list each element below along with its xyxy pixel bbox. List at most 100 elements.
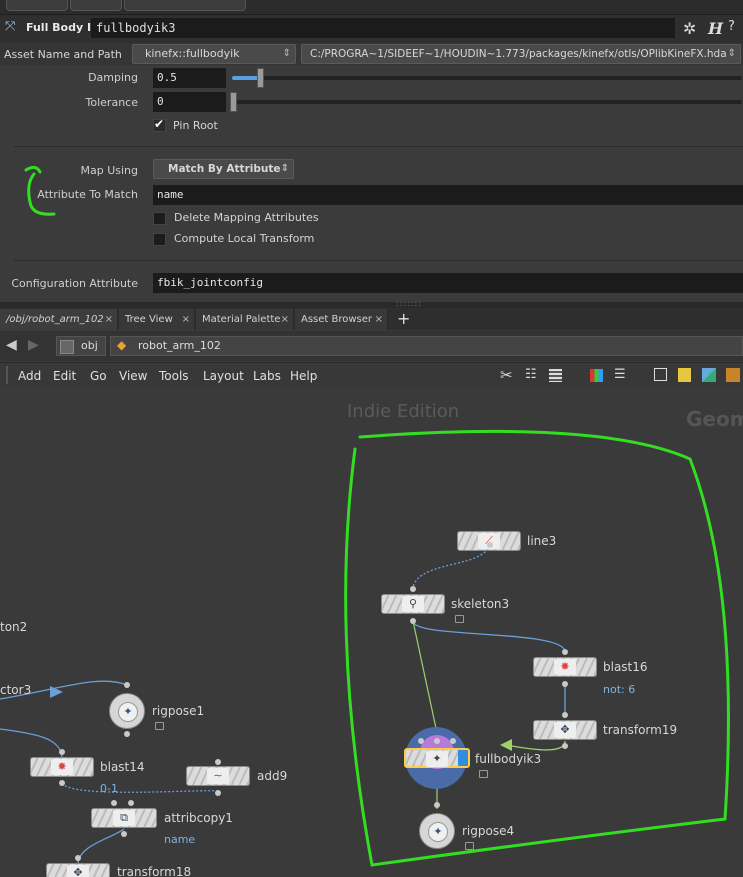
tolerance-slider[interactable] (232, 100, 742, 104)
rigpose-icon: ✦ (428, 822, 448, 842)
input-port[interactable] (128, 800, 134, 806)
input-port[interactable] (124, 682, 130, 688)
asset-row: Asset Name and Path kinefx::fullbodyik ⇕… (0, 43, 743, 65)
close-icon[interactable]: × (105, 309, 113, 330)
config-attribute-field[interactable]: fbik_jointconfig (153, 273, 743, 293)
help-info-icon[interactable]: ? (728, 19, 735, 34)
color-palette-icon[interactable] (590, 369, 603, 382)
map-using-combo[interactable]: Match By Attribute ⇕ (153, 159, 294, 179)
attribute-to-match-field[interactable]: name (153, 185, 743, 205)
tree-icon[interactable]: ☷ (525, 367, 537, 382)
close-icon[interactable]: × (182, 309, 190, 330)
node-name-field[interactable]: fullbodyik3 (91, 18, 675, 38)
output-port[interactable] (434, 802, 440, 808)
sticky-note-icon[interactable] (678, 368, 691, 382)
attribcopy-icon: ⧉ (113, 810, 135, 826)
tab-network[interactable]: /obj/robot_arm_102 × (0, 309, 118, 330)
output-port[interactable] (121, 831, 127, 837)
geo-node-icon: ◆ (117, 338, 127, 352)
output-port[interactable] (59, 780, 65, 786)
node-transform18[interactable]: ✥ (46, 863, 110, 877)
wrench-icon[interactable]: ✂ (500, 366, 513, 384)
parameter-panel: Damping 0.5 Tolerance 0 ✔ Pin Root Map U… (0, 66, 743, 302)
breadcrumb-current[interactable]: ◆ robot_arm_102 (110, 336, 743, 356)
menu-edit[interactable]: Edit (53, 369, 76, 383)
add-tab-button[interactable]: + (397, 309, 410, 328)
input-port[interactable] (111, 800, 117, 806)
input-port[interactable] (410, 586, 416, 592)
network-box-icon[interactable] (726, 368, 740, 382)
menu-go[interactable]: Go (90, 369, 107, 383)
tolerance-field[interactable]: 0 (153, 92, 226, 112)
output-port[interactable] (487, 542, 493, 548)
node-label-skeleton3: skeleton3 (451, 597, 510, 611)
node-add9[interactable]: ∼ (186, 766, 250, 786)
menu-tools[interactable]: Tools (159, 369, 189, 383)
damping-slider-knob[interactable] (257, 68, 264, 88)
node-rigpose4[interactable]: ✦ (419, 813, 455, 849)
delete-mapping-checkbox[interactable] (153, 212, 166, 225)
close-icon[interactable]: × (281, 309, 289, 330)
close-icon[interactable]: × (375, 309, 383, 330)
node-transform19[interactable]: ✥ (533, 720, 597, 740)
output-port[interactable] (124, 731, 130, 737)
splitter-grip-icon: ::::::: (396, 299, 422, 308)
forward-arrow-icon[interactable]: ▶ (28, 337, 39, 353)
help-icon[interactable]: H (708, 19, 723, 38)
tab-tree-view[interactable]: Tree View × (119, 309, 195, 330)
node-skeleton3[interactable]: ⚲ (381, 594, 445, 614)
path-pill[interactable] (124, 0, 246, 11)
gear-icon[interactable]: ✲ (683, 19, 696, 38)
tab-label: Asset Browser (301, 314, 373, 325)
breadcrumb-obj[interactable]: obj (56, 336, 106, 356)
list-icon[interactable] (549, 369, 562, 382)
menu-layout[interactable]: Layout (203, 369, 244, 383)
output-port[interactable] (562, 681, 568, 687)
input-port[interactable] (450, 738, 456, 744)
node-label-transform19: transform19 (603, 723, 678, 737)
output-port[interactable] (562, 743, 568, 749)
damping-slider[interactable] (232, 76, 742, 80)
node-attribcopy1[interactable]: ⧉ (91, 808, 157, 828)
input-port[interactable] (418, 738, 424, 744)
input-port[interactable] (215, 759, 221, 765)
menu-add[interactable]: Add (18, 369, 41, 383)
tab-material-palette[interactable]: Material Palette × (196, 309, 294, 330)
asset-path-value: C:/PROGRA~1/SIDEEF~1/HOUDIN~1.773/packag… (310, 48, 727, 60)
input-port[interactable] (562, 712, 568, 718)
obj-pill[interactable] (70, 0, 122, 11)
output-port[interactable] (410, 618, 416, 624)
node-blast14[interactable]: ✸ (30, 757, 94, 777)
damping-field[interactable]: 0.5 (153, 68, 226, 88)
tab-asset-browser[interactable]: Asset Browser × (295, 309, 388, 330)
transform-icon: ✥ (554, 722, 576, 738)
node-fullbodyik3[interactable]: ✦ (404, 748, 470, 768)
pin-root-checkbox[interactable]: ✔ (153, 117, 166, 132)
image-icon[interactable] (702, 368, 716, 382)
grid-list-icon[interactable]: ☰ (614, 367, 626, 382)
back-pill[interactable] (6, 0, 68, 11)
asset-name-combo[interactable]: kinefx::fullbodyik ⇕ (132, 44, 296, 64)
tolerance-slider-knob[interactable] (230, 92, 237, 112)
input-port[interactable] (59, 749, 65, 755)
menu-labs[interactable]: Labs (253, 369, 281, 383)
asset-path-combo[interactable]: C:/PROGRA~1/SIDEEF~1/HOUDIN~1.773/packag… (301, 44, 741, 64)
updown-icon: ⇕ (280, 163, 289, 174)
output-port[interactable] (215, 790, 221, 796)
node-line3[interactable]: ⟋ (457, 531, 521, 551)
network-editor[interactable]: Indie Edition Geom ⟋ line3 ⚲ skeleton3 ✸… (0, 389, 743, 877)
input-port[interactable] (562, 649, 568, 655)
top-strip (0, 0, 743, 15)
compute-local-checkbox[interactable] (153, 233, 166, 246)
node-rigpose1[interactable]: ✦ (109, 693, 145, 729)
node-label-add9: add9 (257, 769, 288, 783)
input-port[interactable] (75, 855, 81, 861)
display-flag[interactable] (458, 750, 468, 766)
node-blast16[interactable]: ✸ (533, 657, 597, 677)
menu-help[interactable]: Help (290, 369, 317, 383)
back-arrow-icon[interactable]: ◀ (6, 337, 17, 353)
menu-view[interactable]: View (119, 369, 147, 383)
window-icon[interactable] (654, 368, 667, 381)
input-port[interactable] (434, 738, 440, 744)
node-sublabel-blast16: not: 6 (603, 683, 636, 696)
